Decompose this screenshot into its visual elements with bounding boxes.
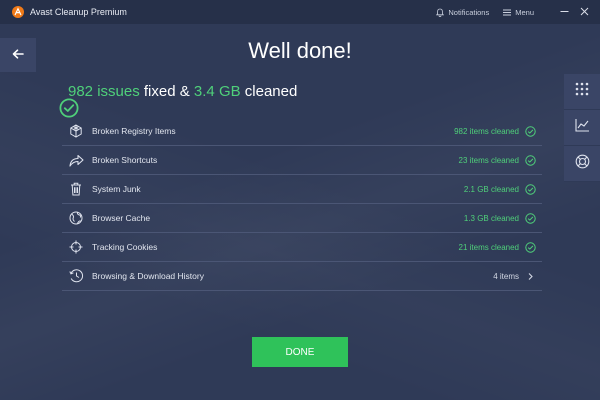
avast-logo-icon [12,6,24,18]
list-item-broken-shortcuts: Broken Shortcuts 23 items cleaned [62,146,542,175]
check-circle-icon [525,212,536,224]
list-item-tracking-cookies: Tracking Cookies 21 items cleaned [62,233,542,262]
check-circle-icon [525,125,536,137]
cleanup-summary: 982 issues fixed & 3.4 GB cleaned [42,81,298,118]
cleaned-text: cleaned [240,82,298,100]
hamburger-icon [503,9,512,16]
trash-icon [68,181,84,197]
lifebuoy-icon [575,154,590,174]
grid-icon [575,82,589,101]
minimize-button[interactable] [554,0,574,24]
list-item-status: 1.3 GB cleaned [463,213,519,223]
list-item-broken-registry: Broken Registry Items 982 items cleaned [62,117,542,146]
check-circle-icon [525,183,536,195]
bell-icon [436,8,445,17]
list-item-label: System Junk [92,184,141,194]
list-item-browsing-history[interactable]: Browsing & Download History 4 items [62,262,542,291]
crosshair-icon [68,239,84,255]
registry-icon [68,123,84,139]
list-item-label: Tracking Cookies [92,242,158,252]
list-item-label: Broken Registry Items [92,126,176,136]
cleaned-size: 3.4 GB [193,82,241,100]
history-icon [68,268,84,284]
results-list: Broken Registry Items 982 items cleaned … [62,117,542,291]
line-chart-icon [574,118,590,137]
close-button[interactable] [574,0,594,24]
notifications-button[interactable]: Notifications [436,8,489,17]
check-circle-icon [525,241,536,253]
shortcut-arrow-icon [68,152,84,168]
check-circle-icon [42,81,79,118]
page-title: Well done! [248,38,352,63]
list-item-status: 21 items cleaned [458,242,519,252]
apps-grid-button[interactable] [564,74,600,110]
issues-count: 982 issues [68,82,140,100]
side-toolbar [564,74,600,182]
check-circle-icon [525,154,536,166]
notifications-label: Notifications [448,7,490,17]
minimize-icon [560,7,569,18]
list-item-status: 23 items cleaned [458,155,519,165]
list-item-label: Browsing & Download History [92,271,204,281]
close-icon [580,7,589,18]
done-button[interactable]: DONE [252,337,348,367]
globe-icon [68,210,84,226]
list-item-system-junk: System Junk 2.1 GB cleaned [62,175,542,204]
title-bar: Avast Cleanup Premium Notifications Menu [0,0,600,24]
menu-label: Menu [515,7,534,17]
list-item-status: 4 items [493,271,519,281]
menu-button[interactable]: Menu [503,8,534,17]
app-title: Avast Cleanup Premium [30,7,127,17]
statistics-button[interactable] [564,110,600,146]
list-item-label: Browser Cache [92,213,151,223]
list-item-status: 982 items cleaned [454,126,519,136]
chevron-right-icon [525,271,536,282]
list-item-label: Broken Shortcuts [92,155,158,165]
fixed-text: fixed & [139,82,194,100]
list-item-status: 2.1 GB cleaned [463,184,519,194]
list-item-browser-cache: Browser Cache 1.3 GB cleaned [62,204,542,233]
help-button[interactable] [564,146,600,182]
